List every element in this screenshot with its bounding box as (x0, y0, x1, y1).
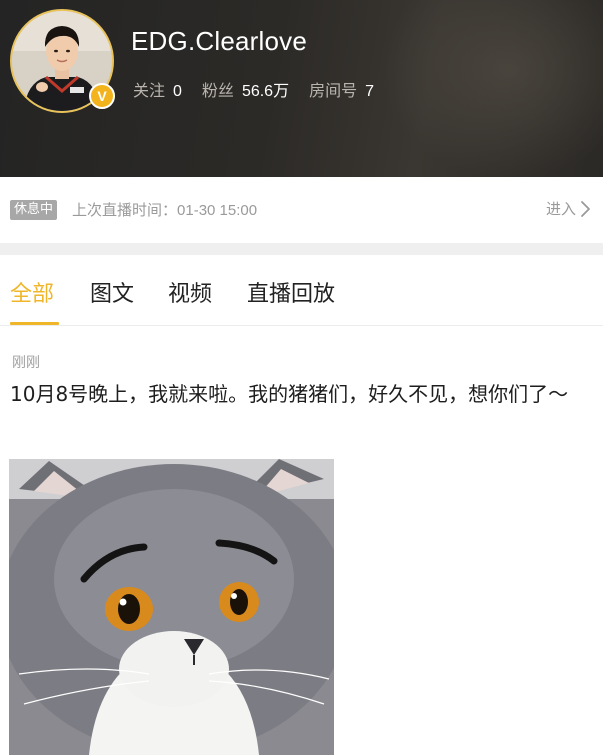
stat-value: 56.6万 (241, 83, 290, 100)
enter-label: 进入 (545, 200, 576, 218)
content-tabs: 全部 图文 视频 直播回放 (0, 255, 603, 326)
stat-label: 粉丝 (201, 81, 234, 100)
status-badge: 休息中 (10, 200, 58, 220)
post-time: 刚刚 (12, 355, 40, 371)
username: EDG.Clearlove (131, 26, 307, 56)
post-image[interactable] (9, 459, 334, 755)
last-live-label: 上次直播时间： (72, 201, 178, 219)
post-text: 10月8号晚上，我就来啦。我的猪猪们，好久不见，想你们了～ (10, 382, 569, 406)
stat-room-number: 房间号 7 (309, 77, 374, 101)
tab-live-replay[interactable]: 直播回放 (247, 276, 335, 308)
section-separator (0, 243, 603, 255)
stat-label: 房间号 (309, 81, 358, 100)
chevron-right-icon (581, 200, 590, 217)
stat-following[interactable]: 关注 0 (133, 77, 182, 101)
profile-stats: 关注 0 粉丝 56.6万 房间号 7 (133, 77, 374, 101)
stat-label: 关注 (133, 81, 166, 100)
last-live-info: 上次直播时间：01-30 15:00 (72, 199, 257, 220)
cat-photo (9, 459, 334, 755)
verified-badge-icon: V (89, 83, 115, 109)
stat-value: 7 (365, 83, 375, 100)
profile-header: V EDG.Clearlove 关注 0 粉丝 56.6万 房间号 7 (0, 0, 603, 177)
stat-followers[interactable]: 粉丝 56.6万 (202, 77, 289, 101)
last-live-time: 01-30 15:00 (177, 202, 258, 219)
tab-video[interactable]: 视频 (168, 276, 212, 308)
enter-room-link[interactable]: 进入 (546, 198, 591, 219)
tab-all[interactable]: 全部 (10, 276, 54, 308)
live-status-bar[interactable]: 休息中 上次直播时间：01-30 15:00 进入 (0, 177, 603, 243)
active-tab-indicator (10, 322, 59, 325)
stat-value: 0 (173, 83, 182, 100)
tab-image-text[interactable]: 图文 (90, 276, 134, 308)
header-background-glow (380, 0, 603, 177)
